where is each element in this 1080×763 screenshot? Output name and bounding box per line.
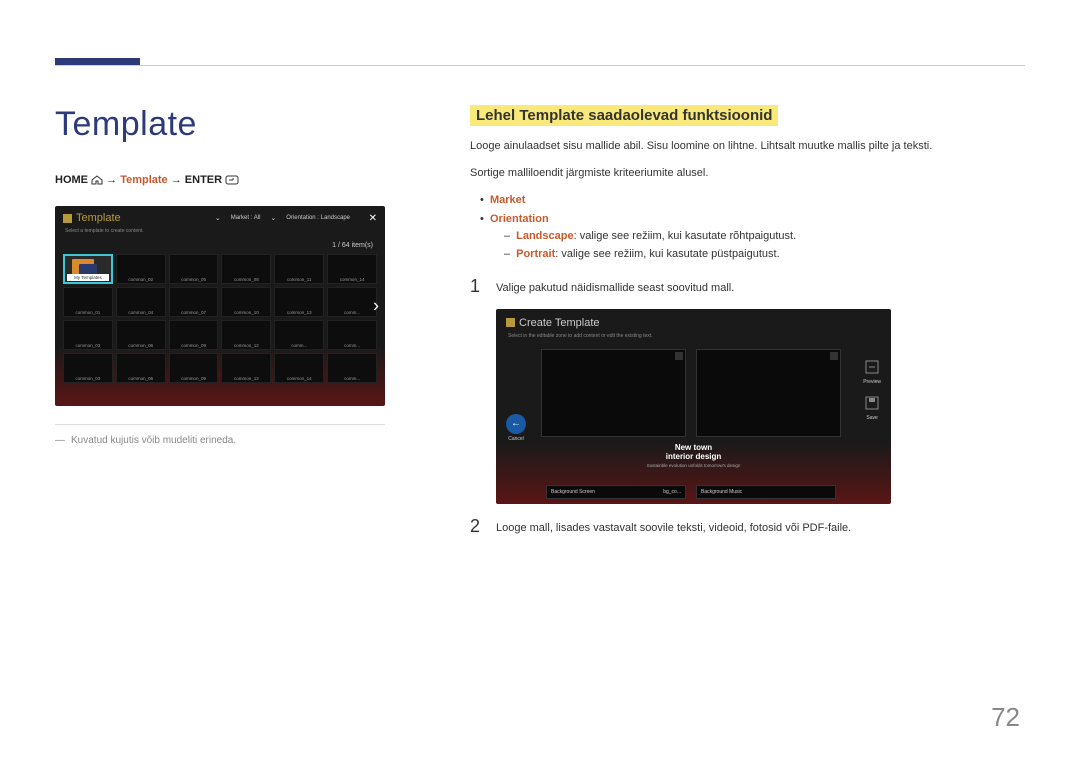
intro-para-1: Looge ainulaadset sisu mallide abil. Sis… xyxy=(470,138,1020,155)
breadcrumb-template: Template xyxy=(120,174,167,186)
template-cell: common_03 xyxy=(63,353,113,383)
sub-bullet-portrait: ‒Portrait: valige see režiim, kui kasuta… xyxy=(504,246,1020,264)
template-cell: common_12 xyxy=(221,353,271,383)
accent-bar xyxy=(55,58,140,65)
intro-para-2: Sortige malliloendit järgmiste kriteeriu… xyxy=(470,165,1020,182)
bullet-market: •Market xyxy=(480,191,1020,210)
template-cell: common_09 xyxy=(169,320,219,350)
step-2-text: Looge mall, lisades vastavalt soovile te… xyxy=(496,516,1020,537)
template-cell: common_03 xyxy=(63,320,113,350)
page-number: 72 xyxy=(991,702,1020,733)
screenshot-caption: ―Kuvatud kujutis võib mudeliti erineda. xyxy=(55,435,415,446)
breadcrumb-home: HOME xyxy=(55,174,88,186)
save-icon xyxy=(864,395,880,411)
chevron-down-icon: ⌄ xyxy=(215,214,221,222)
template-cell: common_07 xyxy=(169,287,219,317)
close-icon: ✕ xyxy=(369,213,377,224)
breadcrumb-arrow2: → xyxy=(171,174,182,186)
home-icon xyxy=(91,175,103,185)
template-cell: common_06 xyxy=(116,353,166,383)
step-2: 2 Looge mall, lisades vastavalt soovile … xyxy=(470,516,1020,537)
editable-zone-2 xyxy=(696,349,841,437)
template-cell: common_12 xyxy=(221,320,271,350)
caption-line1: New town xyxy=(496,443,891,452)
cancel-label: Cancel xyxy=(506,436,526,442)
template-cell-selected: My Templates xyxy=(63,254,113,284)
ss1-subtitle: Select a template to create content. xyxy=(65,228,144,234)
ss1-count: 1 / 64 item(s) xyxy=(332,242,373,249)
template-cell: common_05 xyxy=(169,254,219,284)
template-cell: common_14 xyxy=(274,353,324,383)
step-1: 1 Valige pakutud näidismallide seast soo… xyxy=(470,276,1020,297)
top-rule xyxy=(55,65,1025,66)
ss2-title: Create Template xyxy=(506,317,600,329)
sub-bullet-landscape: ‒Landscape: valige see režiim, kui kasut… xyxy=(504,228,1020,246)
ss2-panes xyxy=(541,349,841,437)
tab-background-music: Background Music xyxy=(696,485,836,499)
ss1-filters: ⌄ Market : All ⌄ Orientation : Landscape xyxy=(215,214,350,222)
section-heading: Lehel Template saadaolevad funktsioonid xyxy=(470,105,778,126)
tab-background-screen: Background Screenbg_co... xyxy=(546,485,686,499)
step-2-number: 2 xyxy=(470,516,482,537)
chevron-right-icon: › xyxy=(373,296,379,317)
bullet-orientation: •Orientation xyxy=(480,210,1020,229)
template-cell: common_13 xyxy=(274,287,324,317)
template-list-screenshot: Template Select a template to create con… xyxy=(55,206,385,406)
caption-line2: interior design xyxy=(496,452,891,461)
template-cell: common_06 xyxy=(116,320,166,350)
template-cell: common_04 xyxy=(116,287,166,317)
caption-line3: Sustainble evolution unfolds tomorrow's … xyxy=(496,463,891,468)
right-column: Lehel Template saadaolevad funktsioonid … xyxy=(470,105,1020,549)
template-cell: common_02 xyxy=(116,254,166,284)
template-cell: common_09 xyxy=(169,353,219,383)
template-cell: common_10 xyxy=(221,287,271,317)
breadcrumb-arrow1: → xyxy=(106,174,117,186)
ss2-tabs: Background Screenbg_co... Background Mus… xyxy=(546,485,836,499)
ss1-title: Template xyxy=(63,212,121,224)
save-label: Save xyxy=(863,415,881,421)
chevron-down-icon: ⌄ xyxy=(270,214,276,222)
step-1-number: 1 xyxy=(470,276,482,297)
bullet-list: •Market •Orientation ‒Landscape: valige … xyxy=(480,191,1020,264)
page-title: Template xyxy=(55,105,415,144)
corner-icon xyxy=(675,352,683,360)
template-cell: common_08 xyxy=(221,254,271,284)
corner-icon xyxy=(830,352,838,360)
left-column: Template HOME → Template → ENTER Templat… xyxy=(55,105,415,549)
ss1-grid: My Templates common_02 common_05 common_… xyxy=(63,254,377,383)
ss2-right-buttons: Preview Save xyxy=(863,359,881,431)
enter-icon xyxy=(225,175,239,185)
ss2-subtitle: Select in the editable zone to add conte… xyxy=(508,333,653,339)
template-cell: comm... xyxy=(327,287,377,317)
template-cell: comm... xyxy=(274,320,324,350)
create-template-screenshot: Create Template Select in the editable z… xyxy=(496,309,891,504)
ss2-caption: New town interior design Sustainble evol… xyxy=(496,443,891,468)
template-cell: comm... xyxy=(327,320,377,350)
editable-zone-1 xyxy=(541,349,686,437)
template-cell: common_01 xyxy=(63,287,113,317)
template-cell: comm... xyxy=(327,353,377,383)
preview-label: Preview xyxy=(863,379,881,385)
back-icon: ← xyxy=(506,414,526,434)
breadcrumb: HOME → Template → ENTER xyxy=(55,174,415,186)
step-1-text: Valige pakutud näidismallide seast soovi… xyxy=(496,276,1020,297)
template-cell: common_11 xyxy=(274,254,324,284)
template-cell: common_14 xyxy=(327,254,377,284)
ss2-left-buttons: ← Cancel xyxy=(506,414,526,442)
breadcrumb-enter: ENTER xyxy=(185,174,222,186)
divider xyxy=(55,424,385,425)
preview-icon xyxy=(864,359,880,375)
